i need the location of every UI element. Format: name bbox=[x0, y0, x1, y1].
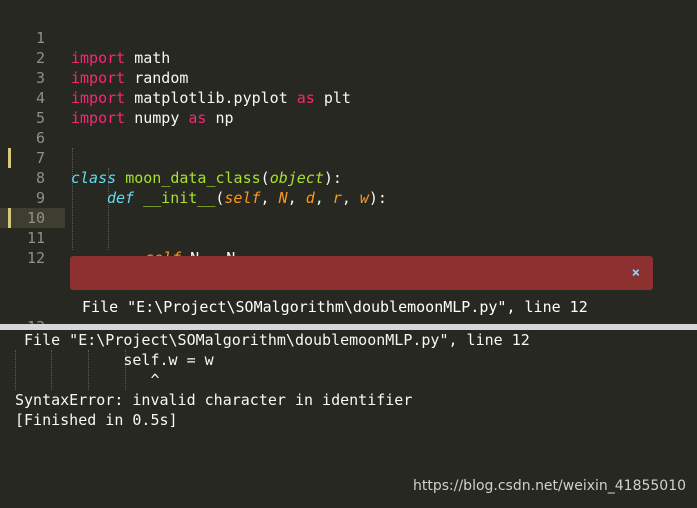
error-phantom: File "E:\Project\SOMalgorithm\doublemoon… bbox=[70, 256, 653, 316]
code-line-5: 5 bbox=[0, 88, 697, 127]
code-line-6: 6 bbox=[0, 108, 697, 147]
line-number: 12 bbox=[26, 249, 45, 267]
code-editor[interactable]: 1 import math 2 import random 3 import m… bbox=[0, 0, 697, 324]
output-line: SyntaxError: invalid character in identi… bbox=[15, 391, 413, 409]
code-line-9: 9 bbox=[0, 168, 697, 207]
output-line: self.w = w bbox=[15, 351, 214, 369]
code-line-7: 7 class moon_data_class(object): bbox=[0, 128, 697, 187]
code-line-8: 8 def __init__(self, N, d, r, w): bbox=[0, 148, 697, 207]
line-number: 13 bbox=[0, 317, 45, 324]
code-line-3: 3 import matplotlib.pyplot as plt bbox=[0, 48, 697, 107]
code-line-12: 12 self.w = w bbox=[0, 228, 697, 287]
output-line: File "E:\Project\SOMalgorithm\doublemoon… bbox=[15, 331, 530, 349]
watermark-url: https://blog.csdn.net/weixin_41855010 bbox=[413, 478, 687, 494]
code-line-13: 13 bbox=[0, 297, 697, 324]
code-line-2: 2 import random bbox=[0, 28, 697, 87]
close-icon[interactable]: × bbox=[632, 256, 640, 290]
code-line-11: 11 self.N = N bbox=[0, 208, 697, 267]
output-line: [Finished in 0.5s] bbox=[15, 411, 178, 429]
code-line-10: 10 bbox=[0, 188, 697, 227]
output-line: ^ bbox=[15, 371, 160, 389]
code-line-4: 4 import numpy as np bbox=[0, 68, 697, 127]
code-line-1: 1 import math bbox=[0, 8, 697, 67]
